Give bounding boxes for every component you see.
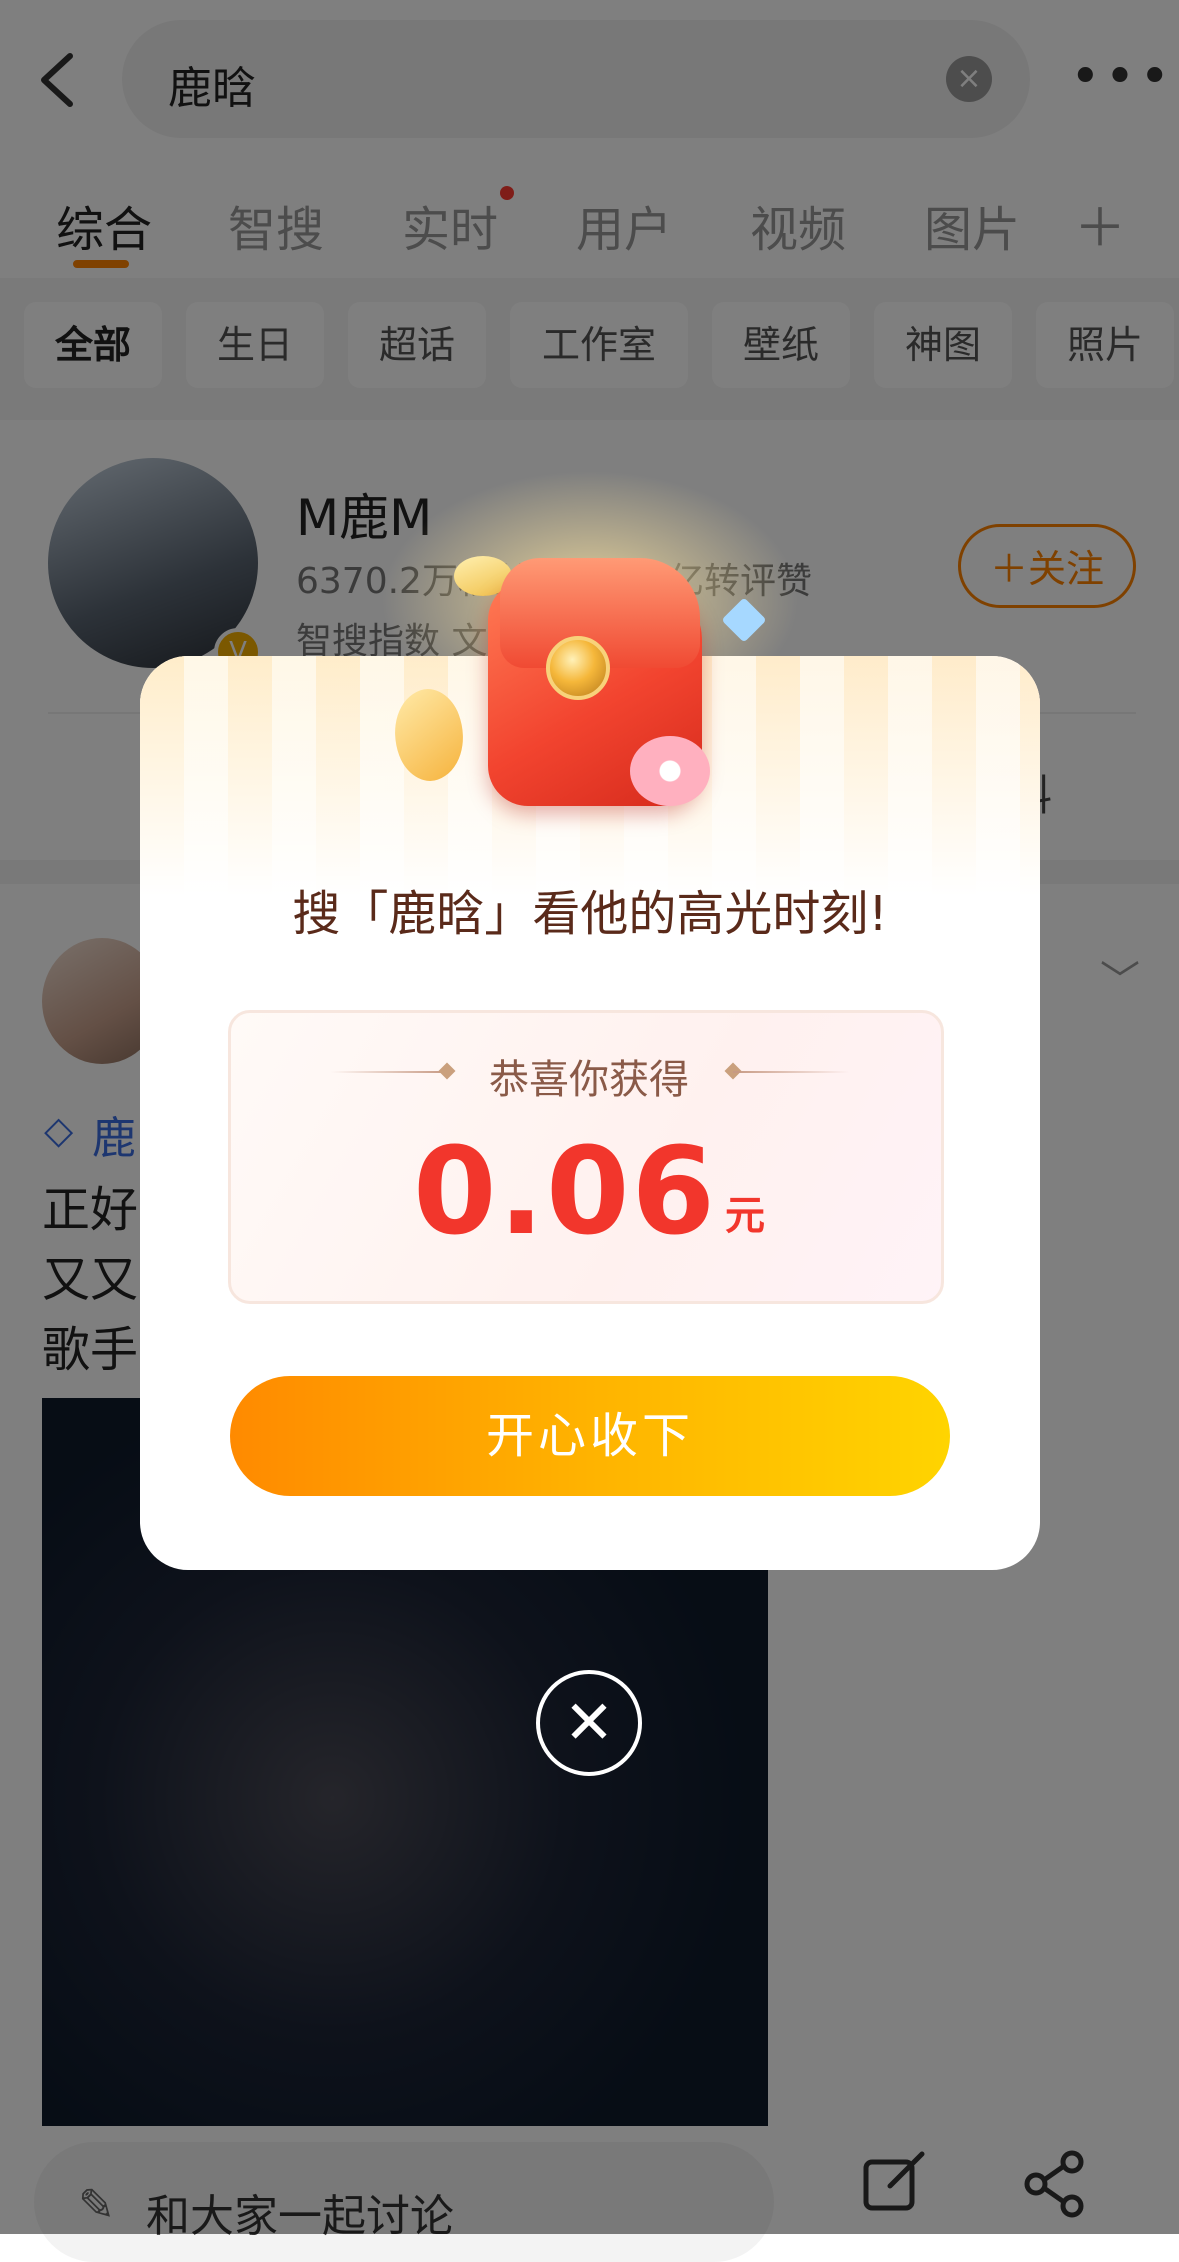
prize-label: 恭喜你获得 [489, 1057, 689, 1103]
flower-icon [630, 736, 710, 806]
accept-reward-button[interactable]: 开心收下 [230, 1376, 950, 1496]
modal-title: 搜「鹿晗」看他的高光时刻! [292, 886, 888, 942]
prize-amount-unit: 元 [725, 1193, 766, 1239]
prize-card: 恭喜你获得 0.06 元 [228, 1010, 944, 1304]
close-icon: ✕ [563, 1688, 615, 1758]
prize-amount: 0.06 元 [231, 1123, 947, 1262]
close-modal-button[interactable]: ✕ [536, 1670, 642, 1776]
decorative-line [733, 1071, 849, 1073]
prize-amount-value: 0.06 [412, 1123, 718, 1262]
gold-clasp-icon [546, 636, 610, 700]
